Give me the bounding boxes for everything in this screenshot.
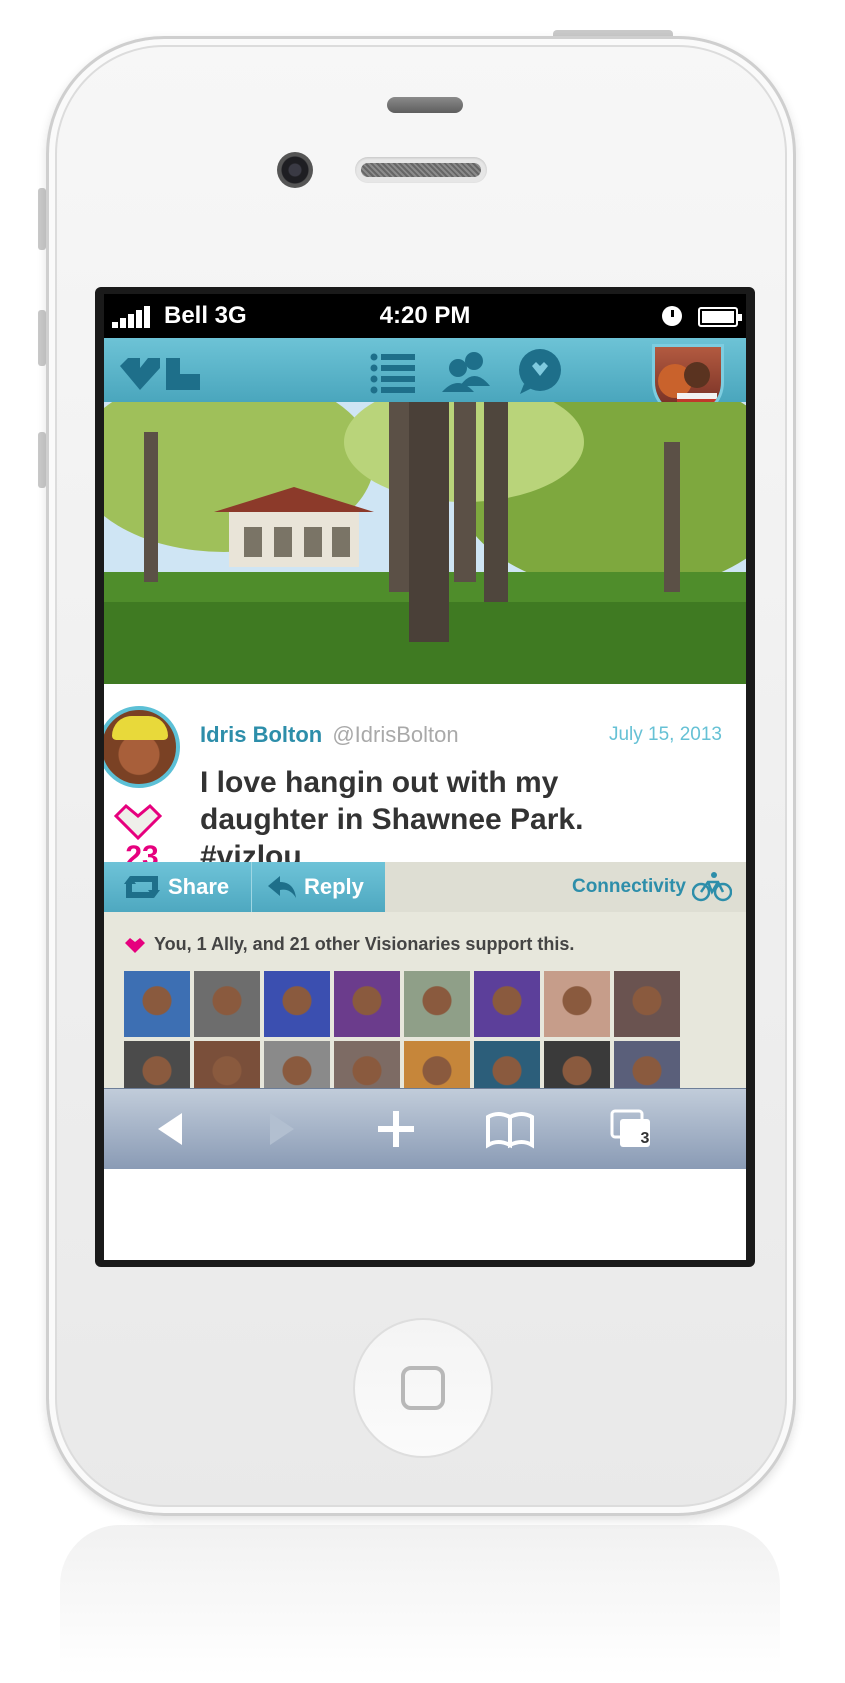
supporter-thumbnail[interactable]: [614, 971, 680, 1037]
home-square-icon: [401, 1366, 445, 1410]
browser-toolbar: 3: [104, 1088, 746, 1169]
share-icon: [124, 876, 160, 898]
reply-button[interactable]: Reply: [252, 862, 385, 912]
supporter-thumbnail[interactable]: [264, 971, 330, 1037]
proximity-sensor: [387, 97, 463, 113]
battery-icon: [698, 307, 742, 327]
bicycle-icon[interactable]: [692, 870, 732, 902]
bookmarks-icon[interactable]: [480, 1107, 540, 1151]
mute-switch: [38, 188, 46, 250]
status-bar: Bell 3G 4:20 PM: [104, 294, 746, 338]
heart-outline-icon[interactable]: [112, 800, 164, 840]
supporter-thumbnail[interactable]: [404, 971, 470, 1037]
supporter-thumbnail[interactable]: [334, 971, 400, 1037]
forward-icon[interactable]: [252, 1107, 312, 1151]
support-summary: You, 1 Ally, and 21 other Visionaries su…: [154, 934, 575, 954]
supporter-thumbnail[interactable]: [194, 971, 260, 1037]
post-text: I love hangin out with my daughter in Sh…: [200, 766, 584, 873]
volume-up-button: [38, 310, 46, 366]
supporter-thumbnail[interactable]: [544, 971, 610, 1037]
park-scene-image: [104, 402, 746, 684]
share-label: Share: [168, 874, 230, 899]
add-icon[interactable]: [366, 1107, 426, 1151]
action-bar: Share Reply Connectivity: [104, 862, 746, 912]
reply-icon: [268, 876, 296, 898]
post-photo[interactable]: [104, 402, 746, 684]
supporter-thumbnail[interactable]: [124, 971, 190, 1037]
home-button[interactable]: [353, 1318, 493, 1458]
share-button[interactable]: Share: [104, 862, 252, 912]
post-date: July 15, 2013: [608, 724, 722, 745]
heart-chat-icon[interactable]: [514, 348, 570, 394]
vl-logo-icon[interactable]: [116, 350, 206, 392]
author-handle[interactable]: @IdrisBolton: [332, 722, 458, 747]
back-icon[interactable]: [140, 1107, 200, 1151]
app-bar: [104, 338, 746, 418]
screen: Bell 3G 4:20 PM 23 Idris Bolton @IdrisBo…: [104, 294, 746, 1260]
people-icon[interactable]: [440, 348, 496, 394]
list-icon[interactable]: [366, 348, 422, 394]
author-avatar[interactable]: [104, 706, 180, 788]
status-time: 4:20 PM: [379, 302, 471, 329]
connectivity-link[interactable]: Connectivity: [572, 876, 686, 898]
author-name[interactable]: Idris Bolton: [200, 722, 322, 747]
earpiece-speaker: [355, 157, 487, 183]
support-section: You, 1 Ally, and 21 other Visionaries su…: [104, 912, 746, 1107]
volume-down-button: [38, 432, 46, 488]
front-camera-icon: [277, 152, 313, 188]
tabs-count: 3: [640, 1130, 650, 1147]
supporter-thumbnail[interactable]: [474, 971, 540, 1037]
alarm-clock-icon: [662, 306, 682, 326]
author-name-line: Idris Bolton @IdrisBolton: [200, 722, 459, 748]
heart-icon: [125, 938, 145, 953]
phone-reflection: [60, 1525, 780, 1675]
reply-label: Reply: [304, 874, 364, 899]
